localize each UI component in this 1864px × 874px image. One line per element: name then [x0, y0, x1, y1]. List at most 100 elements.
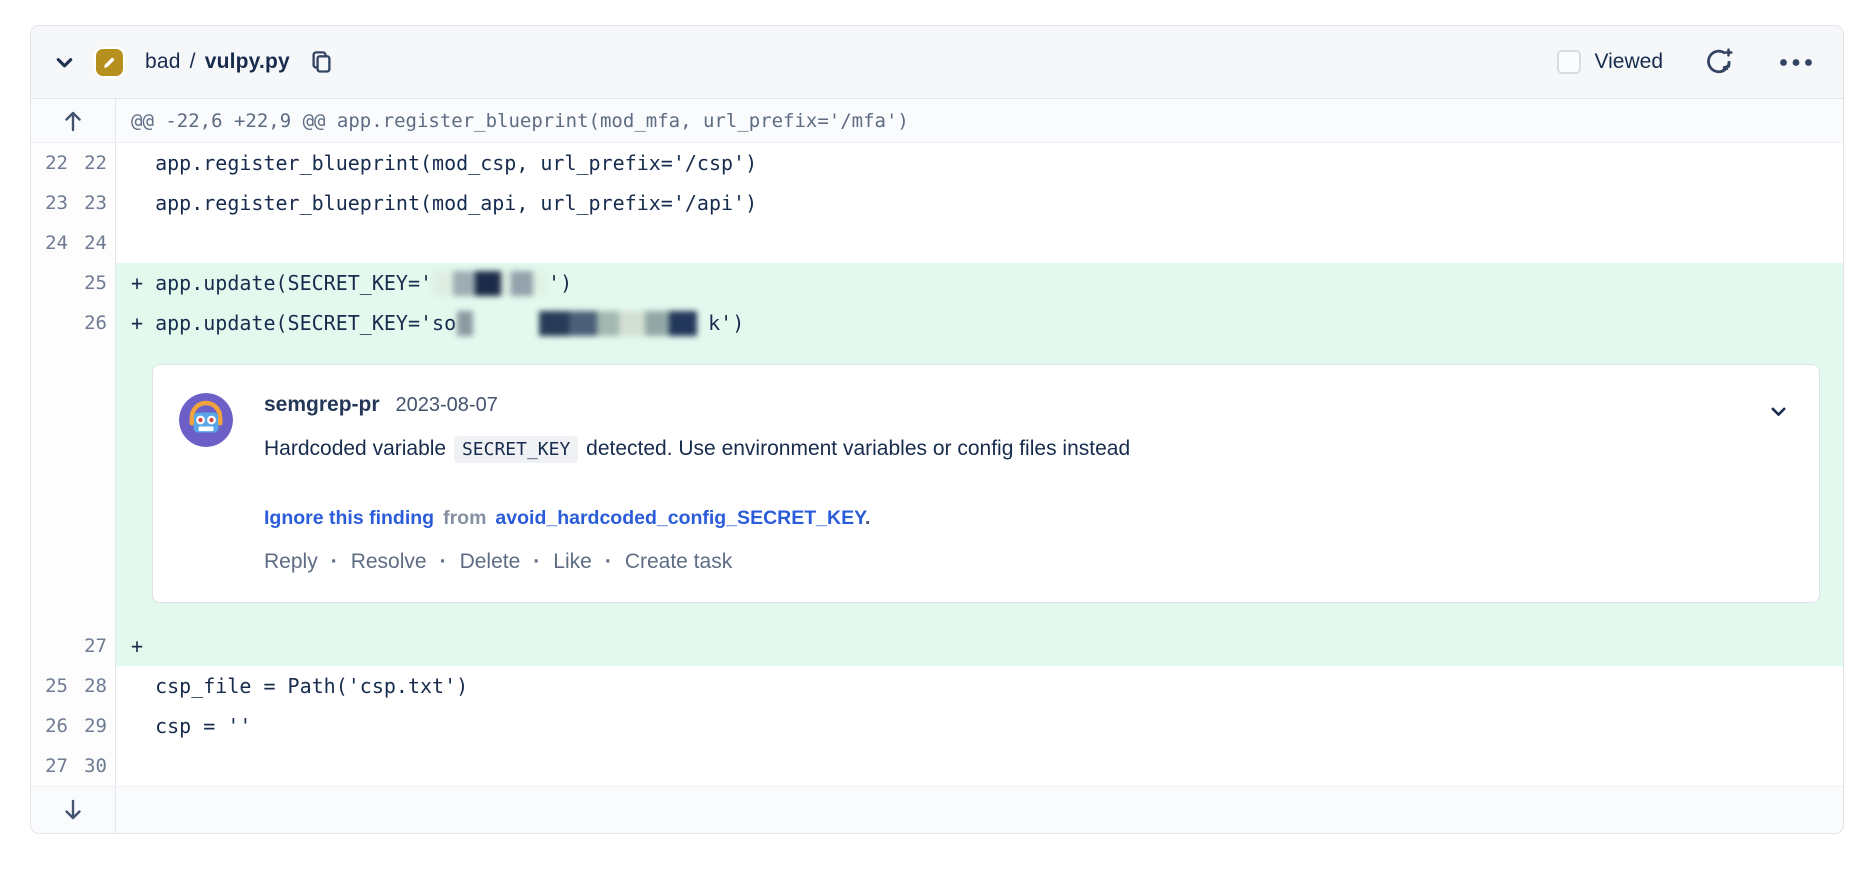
file-header: bad / vulpy.py Viewed	[31, 26, 1843, 99]
file-diff-card: bad / vulpy.py Viewed	[30, 25, 1844, 834]
comment-body-text-after: detected. Use environment variables or c…	[580, 437, 1130, 460]
comment-card: semgrep-pr 2023-08-07 Hardcoded variable …	[152, 364, 1820, 603]
diff-line: 25 + app.update(SECRET_KEY=' ')	[31, 263, 1843, 303]
ignore-finding-line: Ignore this findingfromavoid_hardcoded_c…	[264, 507, 1130, 530]
action-separator: ·	[440, 550, 447, 574]
code-cell: + app.update(SECRET_KEY=' ')	[116, 263, 1843, 303]
comment-action-reply[interactable]: Reply	[264, 550, 318, 574]
collapse-comment-button[interactable]	[1768, 401, 1789, 422]
line-number-old[interactable]: 22	[38, 143, 68, 183]
inline-comment-row: semgrep-pr 2023-08-07 Hardcoded variable …	[31, 343, 1843, 626]
code-text: k')	[708, 303, 744, 343]
line-number-old[interactable]: 25	[38, 666, 68, 706]
comment-action-resolve[interactable]: Resolve	[351, 550, 427, 574]
line-number-new[interactable]: 26	[77, 303, 107, 343]
line-number-old[interactable]: 23	[38, 183, 68, 223]
line-number-old[interactable]	[38, 626, 68, 666]
code-cell	[116, 223, 1843, 263]
file-dir: bad	[145, 50, 181, 74]
code-cell: app.register_blueprint(mod_api, url_pref…	[116, 183, 1843, 223]
line-number-old[interactable]: 24	[38, 223, 68, 263]
line-number-gutter: 2730	[31, 746, 116, 786]
code-text: + app.update(SECRET_KEY='so	[131, 303, 456, 343]
code-text: csp = ''	[131, 706, 251, 746]
more-options-button[interactable]	[1779, 58, 1813, 67]
chevron-down-icon	[1768, 401, 1789, 422]
path-separator: /	[190, 50, 196, 74]
code-text: app.register_blueprint(mod_csp, url_pref…	[131, 143, 757, 183]
code-cell: +	[116, 626, 1843, 666]
comment-action-like[interactable]: Like	[553, 550, 592, 574]
code-cell: + app.update(SECRET_KEY='so k')	[116, 303, 1843, 343]
redacted-secret	[433, 271, 547, 296]
code-text: + app.update(SECRET_KEY='	[131, 263, 432, 303]
line-number-old[interactable]	[38, 303, 68, 343]
collapse-file-button[interactable]	[53, 51, 76, 74]
rule-link[interactable]: avoid_hardcoded_config_SECRET_KEY	[495, 507, 865, 529]
file-header-actions: Viewed	[1557, 46, 1814, 78]
diff-line: 2222 app.register_blueprint(mod_csp, url…	[31, 143, 1843, 183]
comment-body: Hardcoded variable SECRET_KEY detected. …	[264, 437, 1130, 461]
code-text: app.register_blueprint(mod_api, url_pref…	[131, 183, 757, 223]
diff-line: 2323 app.register_blueprint(mod_api, url…	[31, 183, 1843, 223]
comment-action-delete[interactable]: Delete	[460, 550, 521, 574]
rule-suffix: .	[865, 507, 870, 529]
expand-lines-down-button[interactable]	[62, 798, 84, 822]
code-cell	[116, 746, 1843, 786]
line-number-new[interactable]: 23	[77, 183, 107, 223]
code-text: csp_file = Path('csp.txt')	[131, 666, 468, 706]
action-separator: ·	[533, 550, 540, 574]
file-name: vulpy.py	[205, 50, 290, 74]
comment-zone: semgrep-pr 2023-08-07 Hardcoded variable …	[116, 343, 1843, 626]
breadcrumb: bad / vulpy.py	[145, 50, 290, 74]
avatar	[179, 393, 233, 447]
diff-line: 2629 csp = ''	[31, 706, 1843, 746]
arrow-up-icon	[62, 109, 84, 133]
line-number-old[interactable]: 26	[38, 706, 68, 746]
file-modified-icon	[96, 49, 123, 76]
line-number-new[interactable]: 27	[77, 626, 107, 666]
diff-line: 27 +	[31, 626, 1843, 666]
comment-body-text: Hardcoded variable	[264, 437, 452, 460]
redacted-secret	[539, 311, 697, 336]
line-number-new[interactable]: 24	[77, 223, 107, 263]
line-number-gutter: 2222	[31, 143, 116, 183]
line-number-new[interactable]: 30	[77, 746, 107, 786]
viewed-checkbox[interactable]	[1557, 50, 1581, 74]
redacted-secret	[699, 311, 707, 336]
comment-author[interactable]: semgrep-pr	[264, 393, 380, 417]
hunk-header-row: @@ -22,6 +22,9 @@ app.register_blueprint…	[31, 99, 1843, 143]
line-number-gutter: 2323	[31, 183, 116, 223]
copy-icon	[308, 49, 335, 76]
expand-lines-up-button[interactable]	[62, 109, 84, 133]
copy-path-button[interactable]	[308, 49, 335, 76]
diff-line: 26 + app.update(SECRET_KEY='so k')	[31, 303, 1843, 343]
viewed-label[interactable]: Viewed	[1595, 50, 1664, 74]
code-cell: csp = ''	[116, 706, 1843, 746]
line-number-new[interactable]: 28	[77, 666, 107, 706]
line-number-new[interactable]: 29	[77, 706, 107, 746]
line-number-old[interactable]	[38, 263, 68, 303]
add-file-comment-button[interactable]	[1703, 46, 1735, 78]
arrow-down-icon	[62, 798, 84, 822]
diff-lines: 2222 app.register_blueprint(mod_csp, url…	[31, 143, 1843, 786]
line-number-gutter: 2528	[31, 666, 116, 706]
line-number-gutter: 25	[31, 263, 116, 303]
footer-expand-row	[31, 786, 1843, 833]
hunk-header-text: @@ -22,6 +22,9 @@ app.register_blueprint…	[116, 99, 1843, 142]
chevron-down-icon	[53, 51, 76, 74]
line-number-old[interactable]: 27	[38, 746, 68, 786]
line-number-gutter: 2629	[31, 706, 116, 746]
code-text: +	[131, 626, 143, 666]
ignore-finding-link[interactable]: Ignore this finding	[264, 507, 434, 529]
line-number-new[interactable]: 22	[77, 143, 107, 183]
code-text: ')	[548, 263, 572, 303]
comment-date: 2023-08-07	[396, 394, 498, 417]
redacted-secret	[475, 311, 537, 336]
line-number-new[interactable]: 25	[77, 263, 107, 303]
action-separator: ·	[605, 550, 612, 574]
diff-line: 2424	[31, 223, 1843, 263]
ellipsis-icon	[1779, 58, 1813, 67]
diff-line: 2730	[31, 746, 1843, 786]
comment-action-create-task[interactable]: Create task	[625, 550, 732, 574]
